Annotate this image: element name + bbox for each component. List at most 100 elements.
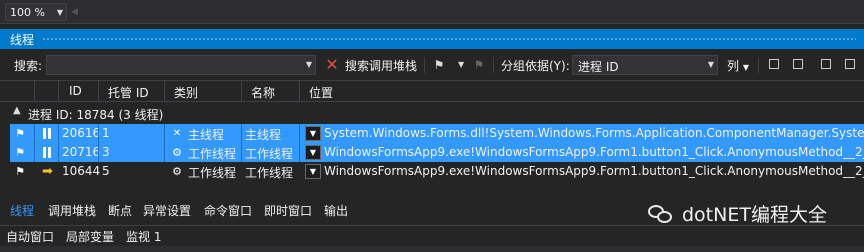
chevron-down-icon[interactable]: ▼ [458,57,464,73]
tab-output[interactable]: 输出 [324,202,348,219]
table-row[interactable]: ⚑ 20616 1 ✕ 主线程 主线程 ▼ System.Windows.For… [10,124,864,143]
managed-id: 1 [102,126,110,140]
table-row[interactable]: ⚑ ➡ 10644 5 ⚙ 工作线程 工作线程 ▼ WindowsFormsAp… [10,162,864,181]
watermark-text: dotNET编程大全 [682,204,827,226]
cell-divider [98,124,99,143]
cell-divider [299,124,300,143]
toolbar-divider [424,57,425,73]
thread-category: 工作线程 [188,166,237,180]
cell-divider [241,124,242,143]
threads-panel-titlebar: 线程 [0,29,864,49]
columns-button[interactable]: 列 ▼ [727,57,749,74]
titlebar-grip[interactable] [42,37,856,41]
status-strip [0,246,864,252]
tab-call-stack[interactable]: 调用堆栈 [48,202,96,219]
location-dropdown-icon[interactable]: ▼ [305,145,321,160]
search-label: 搜索: [14,59,43,73]
cell-divider [34,124,35,143]
thread-location: WindowsFormsApp9.exe!WindowsFormsApp9.Fo… [324,164,864,178]
column-id[interactable]: ID [69,84,82,98]
thread-category: 工作线程 [188,147,237,161]
tab-exception-settings[interactable]: 异常设置 [143,202,191,219]
worker-thread-icon: ⚙ [172,165,182,178]
thread-name: 主线程 [245,128,282,142]
column-divider[interactable] [58,81,59,102]
scroll-left-icon[interactable]: ◀ [71,4,81,20]
thread-id: 10644 [62,164,101,178]
tab-threads[interactable]: 线程 [10,202,34,219]
table-row[interactable]: ⚑ 20716 3 ⚙ 工作线程 工作线程 ▼ WindowsFormsApp9… [10,143,864,162]
column-divider[interactable] [241,81,242,102]
column-category[interactable]: 类别 [174,84,198,101]
pause-icon [43,128,51,139]
location-dropdown-icon[interactable]: ▼ [305,164,321,179]
tab-watch-1[interactable]: 监视 1 [126,228,161,245]
search-call-stack-button[interactable]: 搜索调用堆栈 [345,57,417,74]
pause-icon [43,147,51,158]
copy-icon[interactable] [821,59,831,69]
collapse-icon[interactable] [793,59,803,69]
current-thread-arrow-icon: ➡ [42,164,53,179]
column-divider[interactable] [98,81,99,102]
column-divider[interactable] [34,81,35,102]
tab-locals[interactable]: 局部变量 [66,228,114,245]
column-managed-id[interactable]: 托管 ID [108,84,149,101]
process-group-label: 进程 ID: 18784 (3 线程) [28,108,164,122]
chevron-down-icon: ▼ [707,60,714,69]
toolbar-divider [758,57,759,73]
thread-location: WindowsFormsApp9.exe!WindowsFormsApp9.Fo… [324,145,864,159]
location-dropdown-icon[interactable]: ▼ [305,126,321,141]
column-location[interactable]: 位置 [309,84,333,101]
thread-location: System.Windows.Forms.dll!System.Windows.… [324,126,864,140]
zoom-select[interactable]: 100 % ▼ [5,3,67,21]
thread-category: 主线程 [188,128,225,142]
clear-search-icon[interactable]: ✕ [324,56,340,73]
thread-name: 工作线程 [245,147,294,161]
chevron-down-icon: ▼ [742,63,749,72]
group-by-value: 进程 ID [578,60,619,74]
flag-icon[interactable]: ⚑ [432,57,446,73]
cell-divider [164,124,165,143]
process-group-row[interactable]: ▲ 进程 ID: 18784 (3 线程) [0,103,864,123]
managed-id: 3 [102,145,110,159]
cell-divider [58,143,59,162]
collapse-caret-icon[interactable]: ▲ [13,105,21,116]
tab-breakpoints[interactable]: 断点 [108,202,132,219]
flag-disabled-icon[interactable]: ⚑ [472,57,486,73]
toolbar-divider [493,57,494,73]
thread-id: 20716 [62,145,101,159]
tab-command-window[interactable]: 命令窗口 [204,202,252,219]
threads-toolbar: 搜索: ▼ ✕ 搜索调用堆栈 ⚑ ▼ ⚑ 分组依据(Y): 进程 ID ▼ 列 … [0,53,864,77]
zoom-bar: 100 % ▼ ◀ [0,0,864,24]
column-name[interactable]: 名称 [251,84,275,101]
column-divider[interactable] [164,81,165,102]
tab-immediate-window[interactable]: 即时窗口 [264,202,312,219]
group-by-select[interactable]: 进程 ID ▼ [572,55,718,75]
column-header: ID 托管 ID 类别 名称 位置 [0,80,864,102]
expand-icon[interactable] [769,59,779,69]
flag-icon[interactable]: ⚑ [13,145,27,160]
columns-label: 列 [727,59,740,73]
thread-name: 工作线程 [245,166,294,180]
cell-divider [98,143,99,162]
worker-thread-icon: ⚙ [172,146,182,159]
search-input[interactable]: ▼ [46,55,316,75]
watch-tool-tabs: 自动窗口 局部变量 监视 1 [0,225,864,245]
cell-divider [58,124,59,143]
layout-icon[interactable] [845,59,855,69]
tab-autos[interactable]: 自动窗口 [6,228,54,245]
zoom-value: 100 % [10,5,45,19]
watermark: dotNET编程大全 [648,200,827,227]
cell-divider [164,143,165,162]
thread-id: 20616 [62,126,101,140]
cell-divider [34,143,35,162]
flag-icon[interactable]: ⚑ [13,164,27,179]
managed-id: 5 [102,164,110,178]
flag-icon[interactable]: ⚑ [13,126,27,141]
cell-divider [299,143,300,162]
chevron-down-icon: ▼ [56,7,64,17]
main-thread-icon: ✕ [172,128,182,139]
wechat-logo-icon [648,203,674,225]
column-divider[interactable] [299,81,300,102]
chevron-down-icon[interactable]: ▼ [306,56,312,74]
